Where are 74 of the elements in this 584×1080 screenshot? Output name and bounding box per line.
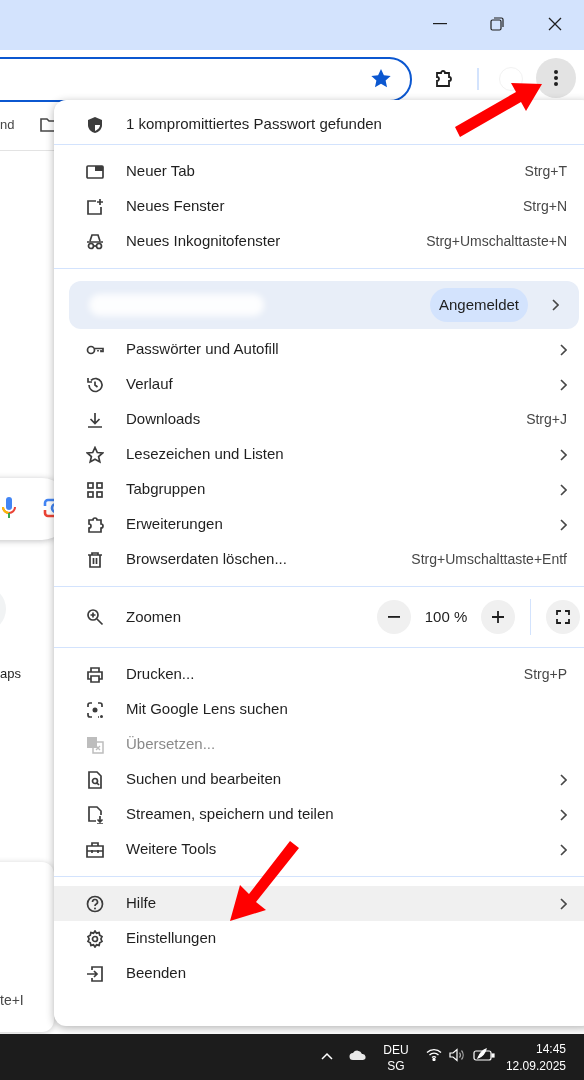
- shortcut-text: te+I: [0, 991, 24, 1010]
- menu-item[interactable]: Downloads Strg+J: [54, 402, 584, 437]
- restore-icon[interactable]: [490, 17, 504, 31]
- star-icon: [86, 445, 104, 464]
- shield-icon: [86, 115, 104, 134]
- menu-item[interactable]: Tabgruppen: [54, 472, 584, 507]
- toolbar-divider: [477, 68, 479, 90]
- zoom-in-button[interactable]: [481, 600, 515, 634]
- trash-icon: [86, 550, 104, 569]
- history-icon: [86, 375, 104, 394]
- shortcut-text: Strg+Umschalttaste+Entf: [411, 550, 567, 569]
- menu-item[interactable]: Mit Google Lens suchen: [54, 692, 584, 727]
- cloud-icon[interactable]: [349, 1049, 367, 1061]
- zoom-label: Zoomen: [126, 606, 183, 627]
- account-row[interactable]: Angemeldet: [69, 281, 579, 329]
- clock-time[interactable]: 14:45: [535, 1041, 566, 1058]
- menu-item[interactable]: Weitere Tools: [54, 832, 584, 867]
- menu-item[interactable]: Hilfe: [54, 886, 584, 921]
- chevron-up-icon[interactable]: [321, 1052, 333, 1060]
- close-icon[interactable]: [548, 17, 562, 31]
- input-language[interactable]: DEU SG: [381, 1042, 411, 1074]
- menu-item[interactable]: Passwörter und Autofill: [54, 332, 584, 367]
- kebab-menu-icon: [554, 70, 558, 86]
- clock-date[interactable]: 12.09.2025: [505, 1058, 566, 1075]
- menu-item[interactable]: Erweiterungen: [54, 507, 584, 542]
- minimize-icon[interactable]: [433, 23, 447, 25]
- translate-icon: [86, 735, 104, 754]
- shortcut-text: Strg+P: [523, 665, 567, 684]
- puzzle-icon: [86, 515, 104, 534]
- menu-item[interactable]: Neues Fenster Strg+N: [54, 189, 584, 224]
- fullscreen-button[interactable]: [546, 600, 580, 634]
- bookmark-star-icon[interactable]: [371, 69, 391, 88]
- menu-item[interactable]: Browserdaten löschen... Strg+Umschalttaste+Entf: [54, 542, 584, 577]
- download-icon: [86, 410, 104, 429]
- menu-item[interactable]: Drucken... Strg+P: [54, 657, 584, 692]
- menu-item[interactable]: Neuer Tab Strg+T: [54, 154, 584, 189]
- zoom-out-button[interactable]: [377, 600, 411, 634]
- shortcut-text: Strg+J: [526, 410, 567, 429]
- shortcut-text: Strg+T: [524, 162, 567, 181]
- menu-item[interactable]: Verlauf: [54, 367, 584, 402]
- settings-icon: [86, 929, 104, 948]
- bookmark-item[interactable]: nd: [0, 115, 15, 135]
- wifi-icon[interactable]: [426, 1048, 442, 1061]
- printer-icon: [86, 665, 104, 684]
- menu-item[interactable]: Einstellungen: [54, 921, 584, 956]
- zoom-level: 100 %: [423, 606, 469, 627]
- toolbox-icon: [86, 840, 104, 859]
- shortcut-text: Strg+Umschalttaste+N: [426, 232, 567, 251]
- battery-icon[interactable]: [473, 1048, 495, 1061]
- menu-item[interactable]: Beenden: [54, 956, 584, 991]
- menu-item[interactable]: Lesezeichen und Listen: [54, 437, 584, 472]
- menu-item[interactable]: Streamen, speichern und teilen: [54, 797, 584, 832]
- exit-icon: [86, 964, 104, 983]
- plus-icon: [492, 611, 504, 623]
- help-icon: [86, 894, 104, 913]
- tab-icon: [86, 162, 104, 181]
- signed-in-badge: Angemeldet: [429, 288, 528, 322]
- file-download-icon: [86, 805, 104, 824]
- minus-icon: [388, 616, 400, 618]
- menu-item[interactable]: Neues Inkognitofenster Strg+Umschalttaste+N: [54, 224, 584, 259]
- fullscreen-icon: [556, 610, 570, 624]
- zoom-in-icon: [86, 608, 104, 626]
- lens-icon: [86, 700, 104, 719]
- incognito-icon: [86, 232, 104, 251]
- address-bar[interactable]: [0, 57, 412, 102]
- speaker-icon[interactable]: [449, 1048, 465, 1062]
- puzzle-icon[interactable]: [434, 68, 454, 88]
- menu-item[interactable]: 1 kompromittiertes Passwort gefunden: [54, 107, 584, 142]
- new-window-icon: [86, 197, 104, 216]
- shortcut-text: Strg+N: [523, 197, 567, 216]
- menu-item[interactable]: Suchen und bearbeiten: [54, 762, 584, 797]
- shortcut-label: aps: [0, 665, 21, 683]
- document-search-icon: [86, 770, 104, 789]
- grid-icon: [86, 480, 104, 499]
